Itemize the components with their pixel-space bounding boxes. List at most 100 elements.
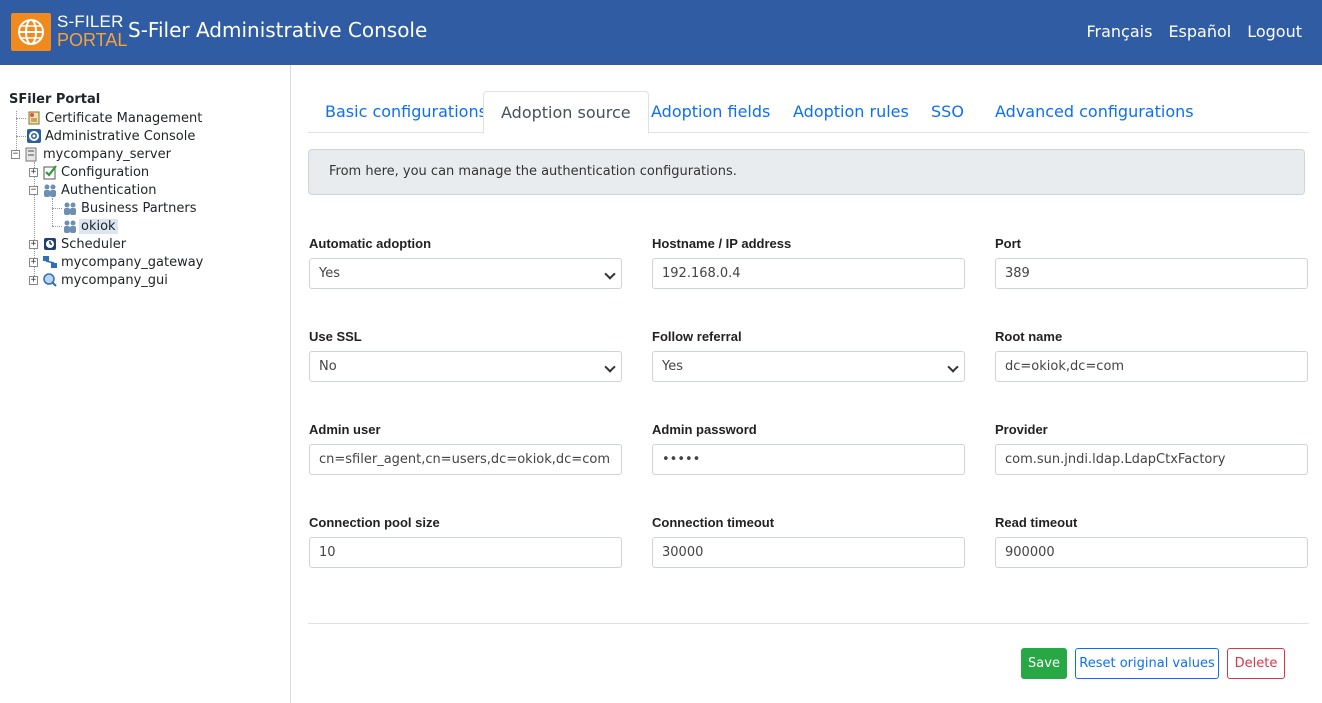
tree-item-label: Scheduler [61, 236, 127, 252]
connection-timeout-field: Connection timeout 30000 [652, 515, 965, 568]
port-field: Port 389 [995, 236, 1308, 289]
expand-toggle-icon[interactable]: + [29, 167, 38, 177]
field-label: Provider [995, 422, 1048, 437]
logo-text-bottom: PORTAL [57, 30, 128, 50]
input-value: 10 [319, 545, 336, 560]
app-title: S-Filer Administrative Console [128, 18, 428, 42]
read-timeout-input[interactable]: 900000 [995, 537, 1308, 568]
info-message: From here, you can manage the authentica… [308, 149, 1305, 195]
form-divider [308, 623, 1309, 624]
tree-item-mycompany-server[interactable]: − mycompany_server [11, 145, 173, 163]
tree-connector [52, 208, 62, 209]
connection-timeout-input[interactable]: 30000 [652, 537, 965, 568]
sidebar-tree: SFiler Portal Certificate Management Adm… [0, 65, 291, 703]
tree-item-label: Authentication [61, 182, 157, 198]
input-value: ••••• [662, 452, 701, 467]
connection-pool-size-input[interactable]: 10 [309, 537, 622, 568]
network-icon [42, 254, 58, 270]
checklist-icon [42, 164, 58, 180]
certificate-icon [26, 110, 42, 126]
tree-item-scheduler[interactable]: + Scheduler [29, 235, 128, 253]
globe-logo-icon [11, 13, 51, 51]
select-value: Yes [319, 266, 340, 281]
use-ssl-select[interactable]: No [309, 351, 622, 382]
tree-item-label: mycompany_gateway [61, 254, 204, 270]
tree-root-label[interactable]: SFiler Portal [9, 92, 100, 107]
logout-link[interactable]: Logout [1247, 22, 1302, 41]
read-timeout-field: Read timeout 900000 [995, 515, 1308, 568]
server-icon [24, 146, 40, 162]
reset-original-values-button[interactable]: Reset original values [1075, 648, 1219, 679]
root-name-input[interactable]: dc=okiok,dc=com [995, 351, 1308, 382]
tree-item-label: mycompany_gui [61, 272, 168, 288]
tree-item-administrative-console[interactable]: Administrative Console [26, 127, 197, 145]
magnifier-icon [42, 272, 58, 288]
admin-password-field: Admin password ••••• [652, 422, 965, 475]
tree-item-label: mycompany_server [43, 146, 171, 162]
field-label: Admin user [309, 422, 381, 437]
admin-password-input[interactable]: ••••• [652, 444, 965, 475]
root-name-field: Root name dc=okiok,dc=com [995, 329, 1308, 382]
tree-item-mycompany-gateway[interactable]: + mycompany_gateway [29, 253, 205, 271]
tree-item-business-partners[interactable]: Business Partners [62, 199, 198, 217]
users-group-icon [62, 218, 78, 234]
gear-icon [26, 128, 42, 144]
provider-field: Provider com.sun.jndi.ldap.LdapCtxFactor… [995, 422, 1308, 475]
lang-french-link[interactable]: Français [1086, 22, 1152, 41]
port-input[interactable]: 389 [995, 258, 1308, 289]
automatic-adoption-field: Automatic adoption Yes [309, 236, 622, 289]
field-label: Admin password [652, 422, 757, 437]
tree-item-configuration[interactable]: + Configuration [29, 163, 151, 181]
tree-item-mycompany-gui[interactable]: + mycompany_gui [29, 271, 170, 289]
input-value: dc=okiok,dc=com [1005, 359, 1125, 374]
tree-item-label: okiok [79, 218, 118, 234]
select-value: Yes [662, 359, 683, 374]
tree-item-certificate-management[interactable]: Certificate Management [26, 109, 204, 127]
provider-input[interactable]: com.sun.jndi.ldap.LdapCtxFactory [995, 444, 1308, 475]
tab-adoption-rules[interactable]: Adoption rules [776, 91, 926, 133]
delete-button[interactable]: Delete [1227, 648, 1285, 679]
main-content: Basic configurations Adoption source Ado… [308, 65, 1309, 703]
tree-item-label: Certificate Management [45, 110, 203, 126]
tree-connector [16, 118, 26, 119]
clock-icon [42, 236, 58, 252]
expand-toggle-icon[interactable]: + [29, 239, 38, 249]
expand-toggle-icon[interactable]: + [29, 275, 38, 285]
tree-connector [16, 136, 26, 137]
tab-adoption-fields[interactable]: Adoption fields [634, 91, 787, 133]
connection-pool-size-field: Connection pool size 10 [309, 515, 622, 568]
field-label: Connection timeout [652, 515, 775, 530]
follow-referral-field: Follow referral Yes [652, 329, 965, 382]
admin-user-field: Admin user cn=sfiler_agent,cn=users,dc=o… [309, 422, 622, 475]
input-value: 30000 [662, 545, 704, 560]
follow-referral-select[interactable]: Yes [652, 351, 965, 382]
tab-adoption-source[interactable]: Adoption source [483, 91, 649, 134]
input-value: 389 [1005, 266, 1030, 281]
expand-toggle-icon[interactable]: + [29, 257, 38, 267]
input-value: com.sun.jndi.ldap.LdapCtxFactory [1005, 452, 1226, 467]
save-button[interactable]: Save [1021, 648, 1067, 679]
users-group-icon [62, 200, 78, 216]
automatic-adoption-select[interactable]: Yes [309, 258, 622, 289]
collapse-toggle-icon[interactable]: − [29, 185, 38, 195]
top-header: S-FILER PORTAL S-Filer Administrative Co… [0, 0, 1322, 65]
hostname-input[interactable]: 192.168.0.4 [652, 258, 965, 289]
lang-spanish-link[interactable]: Español [1168, 22, 1231, 41]
tab-sso[interactable]: SSO [914, 91, 981, 133]
collapse-toggle-icon[interactable]: − [11, 149, 20, 159]
tree-item-authentication[interactable]: − Authentication [29, 181, 158, 199]
tab-basic-configurations[interactable]: Basic configurations [308, 91, 504, 133]
field-label: Hostname / IP address [652, 236, 792, 251]
field-label: Follow referral [652, 329, 742, 344]
field-label: Read timeout [995, 515, 1078, 530]
config-tabs: Basic configurations Adoption source Ado… [308, 91, 1309, 134]
input-value: cn=sfiler_agent,cn=users,dc=okiok,dc=com [319, 452, 610, 467]
tab-advanced-configurations[interactable]: Advanced configurations [978, 91, 1211, 133]
field-label: Connection pool size [309, 515, 440, 530]
field-label: Use SSL [309, 329, 362, 344]
hostname-field: Hostname / IP address 192.168.0.4 [652, 236, 965, 289]
admin-user-input[interactable]: cn=sfiler_agent,cn=users,dc=okiok,dc=com [309, 444, 622, 475]
tree-item-okiok[interactable]: okiok [62, 217, 118, 235]
input-value: 192.168.0.4 [662, 266, 741, 281]
users-group-icon [42, 182, 58, 198]
